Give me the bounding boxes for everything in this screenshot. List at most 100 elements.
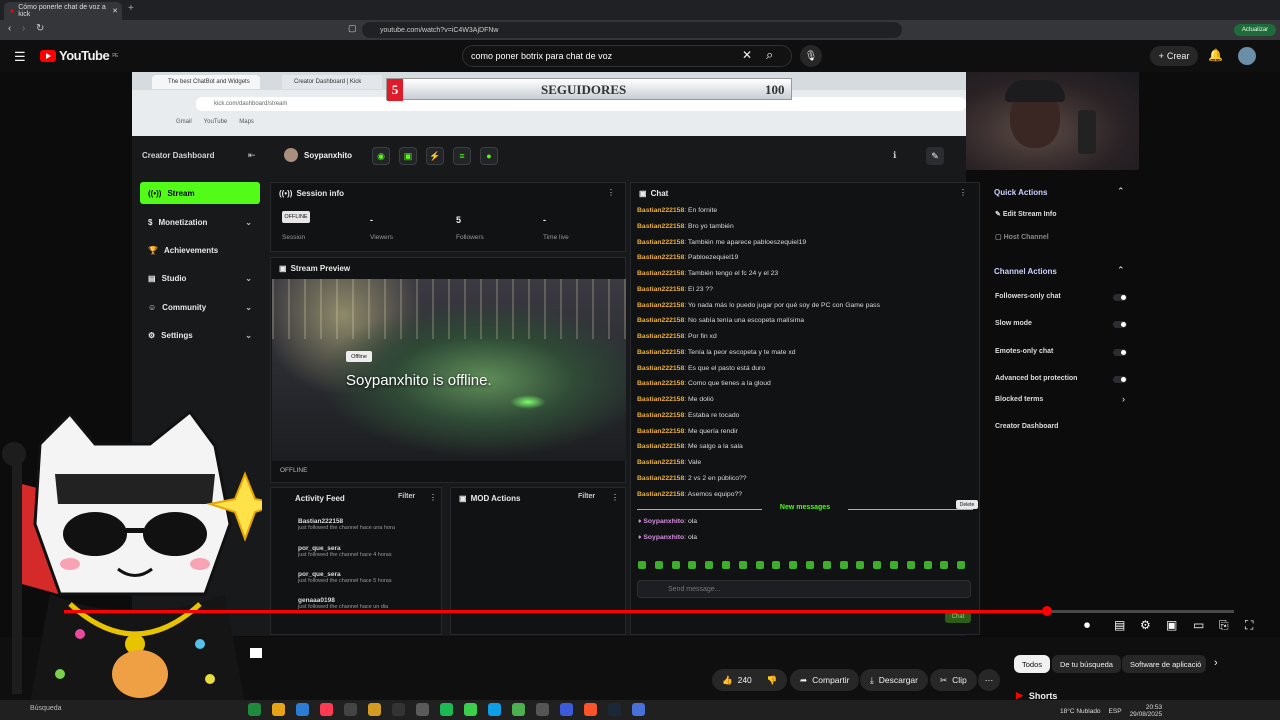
notifications-icon[interactable]: 🔔 [1208, 48, 1223, 62]
avatar[interactable] [1238, 47, 1256, 65]
chevron-right-icon[interactable]: › [1214, 657, 1218, 669]
share-button[interactable]: ➦ Compartir [790, 669, 860, 691]
emote-icon [638, 561, 646, 569]
chat-text: Asemos equipo?? [687, 490, 743, 498]
emote-icon [805, 561, 814, 569]
kick-toolbar: ◉ ▣ ⚡ ≡ ● [372, 147, 498, 165]
cast-icon[interactable]: ⎘ [1219, 618, 1229, 633]
chat-message: Bastian222158: Como que tienes a la glou… [637, 380, 771, 388]
spotify-icon[interactable] [440, 703, 453, 716]
update-button[interactable]: Actualizar [1234, 24, 1276, 36]
more-icon: ⋮ [611, 493, 619, 502]
kick-avatar [284, 148, 298, 162]
app-icon[interactable] [632, 703, 645, 716]
like-button[interactable]: 👍 240 👎 [712, 669, 787, 691]
back-icon[interactable]: ‹ [8, 23, 11, 34]
youtube-logo[interactable]: YouTube PE [40, 48, 118, 63]
stat-label: Time live [543, 234, 569, 241]
taskbar-apps [248, 703, 645, 716]
app-icon[interactable] [536, 703, 549, 716]
chat-user: Bastian222158 [637, 285, 685, 293]
new-tab-icon[interactable]: + [128, 3, 134, 14]
chat-text: 2 vs 2 en público?? [688, 474, 747, 482]
chat-user: Bastian222158 [637, 490, 685, 498]
app-icon[interactable] [320, 703, 333, 716]
subtitles-icon[interactable]: ▤ [1114, 618, 1125, 632]
browser-tab[interactable]: ● Cómo ponerle chat de voz a kick ✕ [4, 2, 122, 20]
chat-user: Bastian222158 [637, 380, 685, 388]
webcam-cap [1005, 80, 1065, 102]
more-icon: ⋮ [429, 493, 437, 502]
progress-scrubber[interactable] [1041, 606, 1052, 616]
fullscreen-icon[interactable]: ⛶ [1245, 618, 1253, 633]
clock: 20:53 29/08/2025 [1130, 704, 1163, 718]
chip-all[interactable]: Todos [1014, 655, 1051, 673]
chevron-down-icon: ⌄ [245, 273, 252, 283]
miniplayer-icon[interactable]: ▣ [1166, 618, 1177, 632]
edge-icon[interactable] [488, 703, 501, 716]
chat-message: Bastian222158: Vale [637, 459, 702, 466]
download-button[interactable]: ⤓ Descargar [860, 669, 928, 691]
browser-tabbar [0, 0, 1280, 20]
settings-gear-icon[interactable]: ⚙ [1140, 618, 1151, 632]
youtube-play-icon [40, 49, 56, 62]
chat-user: Bastian222158 [637, 270, 685, 277]
chat-user: Bastian222158 [637, 333, 685, 340]
app-icon[interactable] [464, 703, 477, 716]
nav-label: Community [162, 302, 207, 312]
app-icon[interactable] [248, 703, 261, 716]
money-icon: $ [148, 217, 153, 227]
notes-icon: ≡ [453, 147, 471, 165]
clip-button[interactable]: ✂ Clip [930, 669, 977, 691]
app-icon[interactable] [368, 703, 381, 716]
chat-icon: ▣ [639, 189, 647, 198]
emote-icon [856, 561, 865, 569]
taskbar-search[interactable]: Búsqueda [30, 705, 62, 712]
chat-text: No sabía tenía una escopeta malísima [688, 317, 805, 325]
app-icon[interactable] [560, 703, 573, 716]
activity-user: por_que_sera [298, 545, 341, 552]
search-icon[interactable]: ⌕ [766, 47, 773, 63]
bookmark-icon[interactable]: ▢ [348, 23, 357, 34]
voice-search-icon[interactable]: 🎙 [800, 45, 822, 67]
activity-text: just followed the channel [298, 578, 359, 584]
chat-message: Bastian222158: El 23 ?? [637, 285, 713, 293]
quick-action-item: ▢ Host Channel [995, 234, 1049, 241]
forward-icon[interactable]: › [22, 23, 25, 34]
bookmark: Gmail [176, 119, 192, 125]
nav-community: ☺ Community ⌄ [140, 296, 260, 318]
chat-message: Bastian222158: Me salgo a la sala [637, 443, 743, 451]
steam-icon[interactable] [608, 703, 621, 716]
bookmark: YouTube [203, 119, 228, 125]
brave-icon[interactable] [584, 703, 597, 716]
chat-messages: Bastian222158: En fornite Bastian222158: … [637, 207, 977, 506]
offline-message: Soypanxhito is offline. [346, 372, 492, 389]
clear-search-icon[interactable]: ✕ [742, 48, 752, 62]
panel-title: MOD Actions [470, 494, 521, 503]
more-actions-icon[interactable]: ⋯ [978, 669, 1000, 691]
chip-software[interactable]: Software de aplicació [1122, 655, 1206, 673]
app-icon[interactable] [392, 703, 405, 716]
thumbs-down-icon[interactable]: 👎 [767, 675, 778, 686]
app-icon[interactable] [296, 703, 309, 716]
folder-icon[interactable] [272, 703, 285, 716]
menu-icon[interactable]: ☰ [14, 49, 26, 65]
reload-icon[interactable]: ↻ [36, 23, 44, 34]
app-icon[interactable] [512, 703, 525, 716]
close-tab-icon[interactable]: ✕ [112, 7, 118, 15]
chat-text: Me salgo a la sala [688, 443, 743, 451]
theater-icon[interactable]: ▭ [1193, 618, 1204, 632]
webcam-microphone [1078, 110, 1096, 154]
app-icon[interactable] [344, 703, 357, 716]
community-icon: ☺ [148, 302, 157, 312]
activity-filter: Filter [398, 493, 416, 500]
create-button[interactable]: + Crear [1150, 46, 1198, 66]
chip-from-search[interactable]: De tu búsqueda [1052, 655, 1121, 673]
emote-icon [772, 561, 781, 569]
studio-icon: ▤ [148, 273, 156, 283]
autoplay-toggle[interactable]: ⏺ [1084, 618, 1090, 633]
gear-icon: ⚙ [148, 330, 156, 340]
kick-tab-1: The best ChatBot and Widgets [152, 75, 260, 89]
url-bar[interactable]: youtube.com/watch?v=iC4W3AjDFNw [362, 22, 902, 38]
app-icon[interactable] [416, 703, 429, 716]
